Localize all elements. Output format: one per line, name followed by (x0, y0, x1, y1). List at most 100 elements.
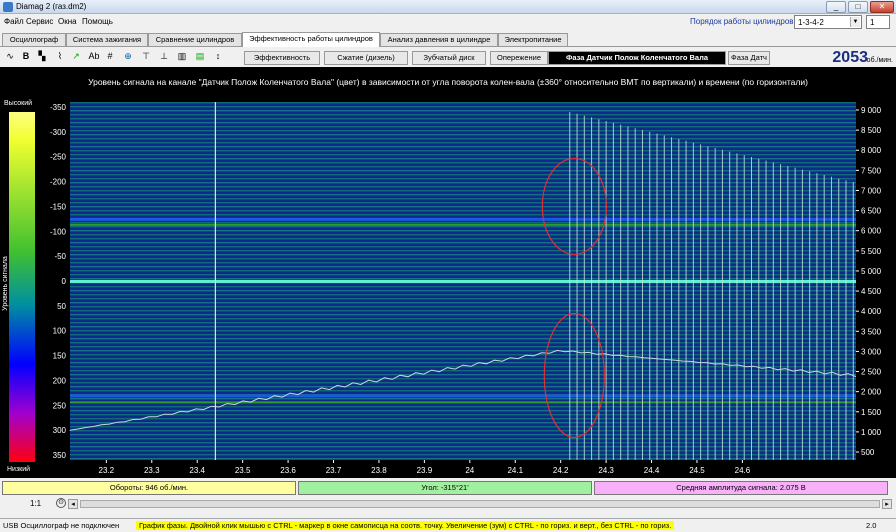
plot-heading: Уровень сигнала на канале "Датчик Полож … (88, 77, 808, 87)
heatmap-band (70, 222, 856, 224)
phase-heatmap[interactable]: -350 -300 -250 -200 -150 -100 -50 0 50 100 150 200 2… (42, 96, 896, 478)
heatmap-band (70, 458, 856, 460)
menu-service[interactable]: Сервис (26, 17, 53, 26)
heatmap-band (70, 242, 856, 244)
text-icon[interactable]: Ab (88, 50, 100, 63)
y2-tick-label: 3 000 (861, 347, 882, 356)
heatmap-band (70, 210, 856, 212)
trend-icon[interactable]: ↗ (70, 50, 82, 63)
heatmap-band (70, 434, 856, 436)
heatmap-band (70, 126, 856, 128)
x-tick-label: 23.9 (417, 466, 433, 475)
y-tick-label: -250 (50, 153, 67, 162)
pulse-icon[interactable]: ⌇ (54, 50, 66, 63)
tune-icon[interactable]: ⊤ (140, 50, 152, 63)
subtab-advance[interactable]: Опережение (490, 51, 548, 65)
menu-file[interactable]: Файл (4, 17, 24, 26)
main-tabs: Осциллограф Система зажигания Сравнение … (0, 32, 896, 47)
minimize-button[interactable]: _ (826, 1, 846, 13)
status-row: Обороты: 946 об./мин. Угол: -315°21' Сре… (0, 480, 896, 496)
heatmap-band (70, 270, 856, 272)
scale-icon[interactable]: ↕ (212, 50, 224, 63)
bold-b-icon[interactable]: B (20, 50, 32, 63)
x-tick-label: 23.6 (280, 466, 296, 475)
subtab-phase-more[interactable]: Фаза Датч (728, 51, 770, 65)
status-amplitude: Средняя амплитуда сигнала: 2.075 В (594, 481, 888, 495)
heatmap-band (70, 238, 856, 240)
menu-windows[interactable]: Окна (58, 17, 77, 26)
heatmap-band (70, 202, 856, 204)
heatmap-band (70, 170, 856, 172)
heatmap-band (70, 422, 856, 424)
heatmap-strong-band (70, 223, 856, 226)
scroll-right-icon[interactable]: ▸ (882, 499, 892, 509)
subtab-efficiency[interactable]: Эффективность (244, 51, 320, 65)
status-bar: USB Осциллограф не подключен График фазы… (0, 518, 896, 532)
subtab-toothed-disk[interactable]: Зубчатый диск (412, 51, 486, 65)
heatmap-band (70, 350, 856, 352)
tab-cylinder-efficiency[interactable]: Эффективность работы цилиндров (242, 32, 380, 47)
horizontal-scrollbar[interactable] (80, 500, 880, 508)
heatmap-band (70, 122, 856, 124)
heatmap-band (70, 442, 856, 444)
chevron-down-icon: ▼ (850, 17, 860, 27)
status-angle: Угол: -315°21' (298, 481, 592, 495)
cylinders-icon[interactable]: ▥ (176, 50, 188, 63)
y2-tick-label: 4 000 (861, 307, 882, 316)
scroll-left-icon[interactable]: ◂ (68, 499, 78, 509)
grid-icon[interactable]: # (104, 50, 116, 63)
close-button[interactable]: ✕ (870, 1, 894, 13)
chart-icon[interactable]: ▚ (36, 50, 48, 63)
heatmap-band (70, 158, 856, 160)
y2-tick-label: 1 500 (861, 408, 882, 417)
y-tick-label: 0 (62, 277, 67, 286)
range-icon[interactable]: ⊥ (158, 50, 170, 63)
heatmap-band (70, 410, 856, 412)
heatmap-band (70, 398, 856, 400)
heatmap-band (70, 378, 856, 380)
menu-help[interactable]: Помощь (82, 17, 113, 26)
heatmap-band (70, 214, 856, 216)
heatmap-strong-band (70, 217, 856, 221)
heatmap-band (70, 438, 856, 440)
heatmap-band (70, 406, 856, 408)
y2-tick-label: 8 000 (861, 146, 882, 155)
y-tick-label: -50 (54, 252, 66, 261)
subtab-crank-phase[interactable]: Фаза Датчик Полож Коленчатого Вала (548, 51, 726, 65)
version-label: 2.0 (866, 521, 877, 530)
y2-tick-label: 6 000 (861, 227, 882, 236)
tab-pressure-analysis[interactable]: Анализ давления в цилиндре (380, 33, 498, 46)
heatmap-band (70, 358, 856, 360)
waveform-icon[interactable]: ∿ (4, 50, 16, 63)
y2-tick-label: 5 500 (861, 247, 882, 256)
heatmap-band (70, 110, 856, 112)
green-chart-icon[interactable]: ▤ (194, 50, 206, 63)
zoom-reset-icon[interactable]: ⊙ (56, 498, 66, 508)
tab-cylinder-compare[interactable]: Сравнение цилиндров (148, 33, 242, 46)
heatmap-band (70, 254, 856, 256)
heatmap-band (70, 194, 856, 196)
tab-power-supply[interactable]: Электропитание (498, 33, 568, 46)
cylinder-index-spinner[interactable]: 1 (866, 15, 890, 29)
heatmap-band (70, 338, 856, 340)
heatmap-band (70, 146, 856, 148)
tab-oscilloscope[interactable]: Осциллограф (2, 33, 66, 46)
x-tick-label: 23.7 (326, 466, 342, 475)
heatmap-band (70, 390, 856, 392)
heatmap-band (70, 382, 856, 384)
cylinder-order-select[interactable]: 1-3-4-2 ▼ (794, 15, 862, 29)
y2-tick-label: 7 000 (861, 186, 882, 195)
marker-icon[interactable]: ⊕ (122, 50, 134, 63)
x-tick-label: 23.3 (144, 466, 160, 475)
heatmap-band (70, 166, 856, 168)
maximize-button[interactable]: □ (848, 1, 868, 13)
hint-text: График фазы. Двойной клик мышью с CTRL -… (136, 521, 675, 530)
heatmap-band (70, 298, 856, 300)
heatmap-band (70, 446, 856, 448)
x-tick-label: 24.4 (644, 466, 660, 475)
sub-tabs: Эффективность Сжатие (дизель) Зубчатый д… (244, 51, 804, 66)
y2-tick-label: 7 500 (861, 166, 882, 175)
subtab-compression[interactable]: Сжатие (дизель) (324, 51, 408, 65)
heatmap-strong-band (70, 401, 856, 404)
tab-ignition[interactable]: Система зажигания (66, 33, 148, 46)
